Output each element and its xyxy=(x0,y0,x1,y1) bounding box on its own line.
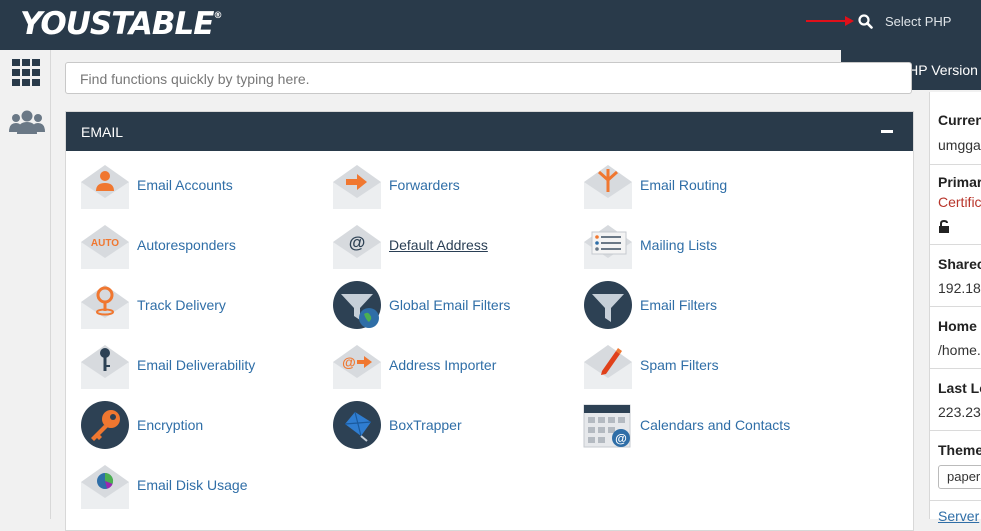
unlock-icon xyxy=(939,220,949,233)
general-information-panel: Curren umgga Primar Certific Sharec 192.… xyxy=(929,92,981,524)
svg-text:@: @ xyxy=(615,432,627,446)
svg-text:AUTO: AUTO xyxy=(91,238,119,249)
divider xyxy=(930,368,981,369)
encryption-item[interactable]: Encryption xyxy=(80,400,203,450)
shared-ip-label: Sharec xyxy=(938,256,981,272)
search-icon xyxy=(858,14,873,29)
calendars-contacts-icon: @ xyxy=(583,404,631,448)
email-panel-header[interactable]: EMAIL xyxy=(66,112,913,151)
address-importer-icon: @ xyxy=(333,345,381,389)
email-disk-usage-icon xyxy=(81,465,129,509)
side-navigation xyxy=(0,50,51,519)
default-address-icon: @ xyxy=(333,225,381,269)
last-login-label: Last Lo xyxy=(938,380,981,396)
mailing-lists-item[interactable]: Mailing Lists xyxy=(583,220,717,270)
boxtrapper-item[interactable]: BoxTrapper xyxy=(332,400,462,450)
select-php-search[interactable]: Select PHP xyxy=(858,14,951,29)
divider xyxy=(930,164,981,165)
spam-filters-icon xyxy=(584,345,632,389)
email-routing-item[interactable]: Email Routing xyxy=(583,160,727,210)
collapse-icon[interactable] xyxy=(881,130,893,133)
boxtrapper-icon xyxy=(333,401,381,449)
email-deliverability-item[interactable]: Email Deliverability xyxy=(80,340,255,390)
current-user-value: umgga xyxy=(938,137,981,153)
home-directory-value: /home. xyxy=(938,342,981,358)
home-directory-label: Home xyxy=(938,318,977,334)
forwarders-icon xyxy=(333,165,381,209)
quick-find-input[interactable] xyxy=(78,64,902,94)
theme-label: Theme xyxy=(938,442,981,458)
server-information-link[interactable]: Server xyxy=(938,508,979,524)
spam-filters-item[interactable]: Spam Filters xyxy=(583,340,719,390)
theme-select[interactable]: paper xyxy=(938,465,981,489)
track-delivery-item[interactable]: Track Delivery xyxy=(80,280,226,330)
top-navbar: YOUSTABLE® Select PHP xyxy=(0,0,981,50)
divider xyxy=(930,500,981,501)
current-user-label: Curren xyxy=(938,112,981,128)
email-panel-title: EMAIL xyxy=(81,124,124,140)
mailing-lists-icon xyxy=(584,225,632,269)
email-panel: EMAIL Email Accounts Forwarders Email Ro… xyxy=(65,111,914,531)
global-email-filters-icon xyxy=(333,281,381,329)
default-address-item[interactable]: @ Default Address xyxy=(332,220,488,270)
autoresponders-icon: AUTO xyxy=(81,225,129,269)
users-icon[interactable] xyxy=(9,109,45,135)
quick-find-box xyxy=(65,62,912,94)
last-login-value: 223.23 xyxy=(938,404,981,420)
svg-text:@: @ xyxy=(349,233,366,252)
tools-grid-icon[interactable] xyxy=(12,59,42,87)
shared-ip-value: 192.18 xyxy=(938,280,981,296)
annotation-arrow-top xyxy=(806,16,854,26)
search-label: Select PHP xyxy=(885,14,952,29)
track-delivery-icon xyxy=(81,285,129,329)
divider xyxy=(930,306,981,307)
global-email-filters-item[interactable]: Global Email Filters xyxy=(332,280,510,330)
email-routing-icon xyxy=(584,165,632,209)
certificate-status[interactable]: Certific xyxy=(938,194,981,210)
autoresponders-item[interactable]: AUTO Autoresponders xyxy=(80,220,236,270)
encryption-icon xyxy=(81,401,129,449)
calendars-contacts-item[interactable]: @ Calendars and Contacts xyxy=(583,400,790,450)
divider xyxy=(930,430,981,431)
email-disk-usage-item[interactable]: Email Disk Usage xyxy=(80,460,247,510)
address-importer-item[interactable]: @ Address Importer xyxy=(332,340,496,390)
email-accounts-icon xyxy=(81,165,129,209)
primary-domain-label: Primar xyxy=(938,174,981,190)
email-filters-item[interactable]: Email Filters xyxy=(583,280,717,330)
brand-logo[interactable]: YOUSTABLE® xyxy=(20,6,222,42)
svg-text:@: @ xyxy=(342,354,356,370)
email-filters-icon xyxy=(584,281,632,329)
divider xyxy=(930,244,981,245)
forwarders-item[interactable]: Forwarders xyxy=(332,160,460,210)
email-accounts-item[interactable]: Email Accounts xyxy=(80,160,233,210)
email-deliverability-icon xyxy=(81,345,129,389)
